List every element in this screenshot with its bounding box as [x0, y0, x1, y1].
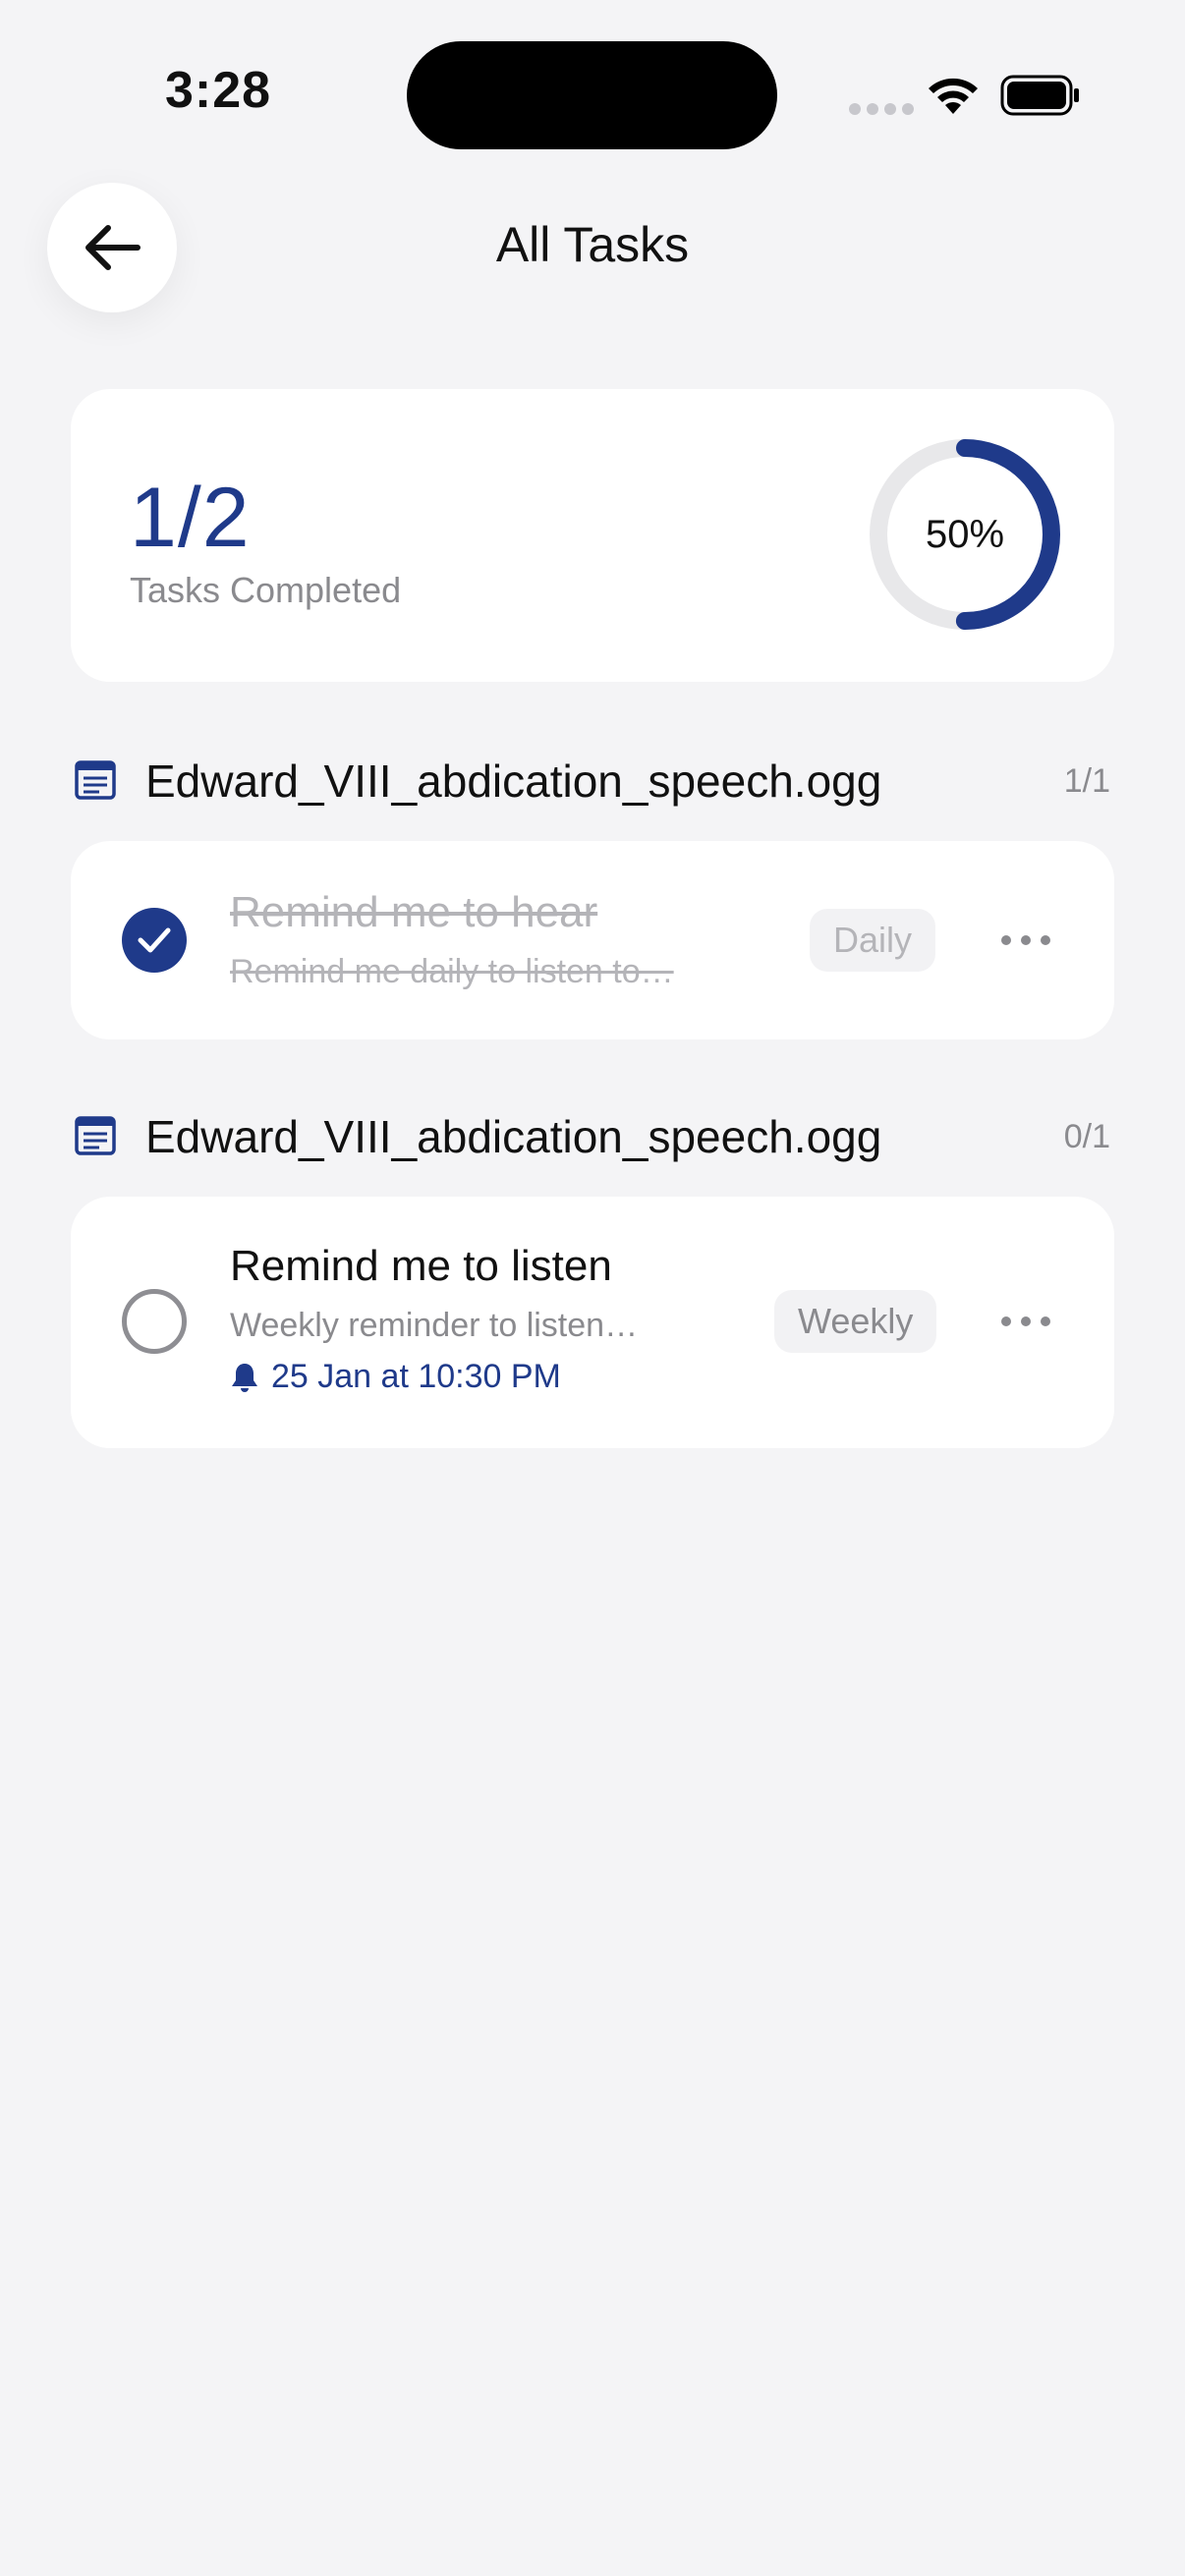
- task-group-header: Edward_VIII_abdication_speech.ogg 1/1: [71, 749, 1114, 808]
- status-bar: 3:28: [0, 0, 1185, 187]
- group-count: 0/1: [1063, 1118, 1110, 1155]
- tasks-completed-label: Tasks Completed: [130, 570, 402, 610]
- frequency-badge: Daily: [810, 909, 936, 972]
- reminder-time: 25 Jan at 10:30 PM: [271, 1358, 561, 1395]
- task-card[interactable]: Remind me to hear Remind me daily to lis…: [71, 841, 1114, 1039]
- status-time: 3:28: [165, 62, 272, 119]
- group-count: 1/1: [1063, 762, 1110, 800]
- page-title: All Tasks: [495, 217, 690, 272]
- cellular-signal-icon: [849, 103, 914, 115]
- task-checkbox-unchecked[interactable]: [122, 1289, 187, 1354]
- task-title: Remind me to hear: [230, 888, 598, 936]
- task-card[interactable]: Remind me to listen Weekly reminder to l…: [71, 1197, 1114, 1448]
- progress-percent: 50%: [925, 512, 1005, 556]
- checkmark-icon: [138, 927, 171, 953]
- tasks-completed-count: 1/2: [130, 471, 251, 565]
- more-options-button[interactable]: [987, 921, 1065, 960]
- task-description: Weekly reminder to listen…: [230, 1307, 639, 1344]
- frequency-badge: Weekly: [774, 1290, 937, 1353]
- document-icon: [75, 1116, 116, 1155]
- wifi-icon: [929, 78, 978, 114]
- bell-icon: [232, 1363, 257, 1392]
- battery-icon: [1000, 75, 1079, 116]
- group-title: Edward_VIII_abdication_speech.ogg: [145, 756, 882, 807]
- group-title: Edward_VIII_abdication_speech.ogg: [145, 1111, 882, 1162]
- task-checkbox-checked[interactable]: [122, 908, 187, 973]
- task-description: Remind me daily to listen to…: [230, 953, 674, 990]
- task-group-header: Edward_VIII_abdication_speech.ogg 0/1: [71, 1104, 1114, 1163]
- document-icon: [75, 760, 116, 800]
- task-reminder: 25 Jan at 10:30 PM: [230, 1358, 561, 1396]
- progress-summary-card: 1/2 Tasks Completed 50%: [71, 389, 1114, 682]
- task-title: Remind me to listen: [230, 1242, 612, 1290]
- more-options-button[interactable]: [987, 1302, 1065, 1341]
- dynamic-island: [407, 41, 777, 149]
